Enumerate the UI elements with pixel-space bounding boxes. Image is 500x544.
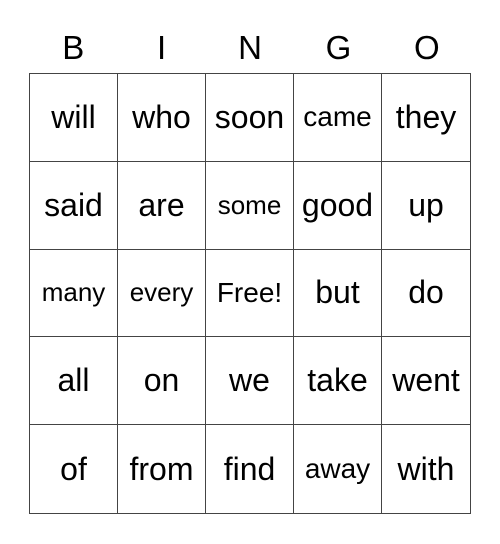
bingo-cell[interactable]: every [118,249,206,338]
bingo-cell[interactable]: went [382,337,470,426]
bingo-cell[interactable]: on [118,337,206,426]
bingo-grid: will who soon came they said are some go… [29,73,471,514]
bingo-cell[interactable]: away [294,425,382,513]
bingo-cell[interactable]: came [294,74,382,162]
bingo-cell[interactable]: some [206,161,294,250]
bingo-header: B I N G O [29,28,471,68]
bingo-cell[interactable]: good [294,161,382,250]
bingo-cell[interactable]: all [30,337,118,426]
bingo-cell[interactable]: take [294,337,382,426]
bingo-cell[interactable]: up [382,162,470,250]
bingo-cell[interactable]: will [30,74,118,162]
bingo-cell[interactable]: find [206,425,294,513]
header-letter-i: I [157,29,167,66]
bingo-cell[interactable]: are [118,161,206,250]
bingo-cell[interactable]: said [30,161,118,250]
bingo-cell[interactable]: but [294,249,382,338]
header-letter-o: O [413,29,440,66]
header-letter-n: N [238,29,262,66]
bingo-cell[interactable]: of [30,425,118,513]
bingo-cell[interactable]: many [30,249,118,338]
free-space-cell[interactable]: Free! [206,249,294,338]
bingo-cell[interactable]: soon [206,74,294,162]
bingo-cell[interactable]: from [118,425,206,513]
bingo-cell[interactable]: do [382,250,470,338]
bingo-cell[interactable]: we [206,337,294,426]
bingo-cell[interactable]: with [382,425,470,513]
bingo-cell[interactable]: they [382,74,470,162]
header-letter-b: B [62,29,85,66]
header-letter-g: G [325,29,352,66]
bingo-cell[interactable]: who [118,74,206,162]
